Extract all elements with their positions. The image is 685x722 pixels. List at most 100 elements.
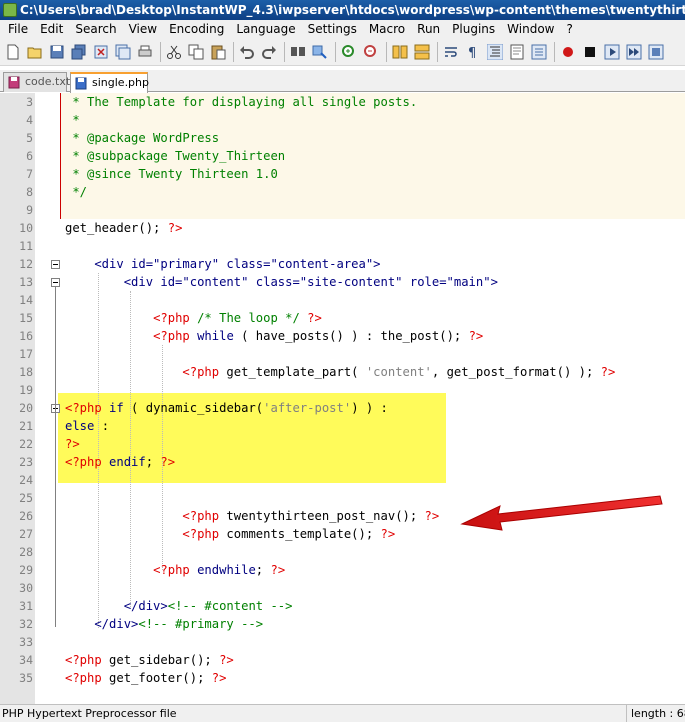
code-text: * @package WordPress [65, 131, 220, 145]
menu-edit[interactable]: Edit [34, 20, 69, 38]
line-number: 32 [19, 617, 33, 631]
line-number: 25 [19, 491, 33, 505]
code-text: */ [65, 185, 88, 199]
save-icon[interactable] [47, 42, 66, 61]
record-macro-icon[interactable] [558, 42, 577, 61]
line-number: 31 [19, 599, 33, 613]
line-31: 31 </div><!-- #content --> [0, 597, 685, 615]
menu-help[interactable]: ? [560, 20, 578, 38]
menu-window[interactable]: Window [501, 20, 560, 38]
menu-run[interactable]: Run [411, 20, 446, 38]
line-19: 19 [0, 381, 685, 399]
show-all-chars-icon[interactable]: ¶ [463, 42, 482, 61]
toolbar-separator [386, 41, 387, 62]
line-number: 18 [19, 365, 33, 379]
code-text: * @subpackage Twenty_Thirteen [65, 149, 286, 163]
document-map-icon[interactable] [507, 42, 526, 61]
undo-icon[interactable] [237, 42, 256, 61]
close-icon[interactable] [91, 42, 110, 61]
line-number: 34 [19, 653, 33, 667]
menu-file[interactable]: File [2, 20, 34, 38]
toolbar-separator [554, 41, 555, 62]
save-macro-icon[interactable] [646, 42, 665, 61]
new-file-icon[interactable] [3, 42, 22, 61]
line-number: 21 [19, 419, 33, 433]
sync-v-icon[interactable] [390, 42, 409, 61]
play-macro-icon[interactable] [602, 42, 621, 61]
redo-icon[interactable] [259, 42, 278, 61]
line-number: 10 [19, 221, 33, 235]
menu-settings[interactable]: Settings [302, 20, 363, 38]
save-all-icon[interactable] [69, 42, 88, 61]
open-file-icon[interactable] [25, 42, 44, 61]
line-number: 23 [19, 455, 33, 469]
code-text: <?php get_footer(); ?> [65, 671, 227, 685]
menu-language[interactable]: Language [230, 20, 301, 38]
line-14: 14 [0, 291, 685, 309]
menu-bar: File Edit Search View Encoding Language … [0, 20, 685, 38]
close-all-icon[interactable] [113, 42, 132, 61]
zoom-in-icon[interactable] [339, 42, 358, 61]
code-text: <div id="primary" class="content-area"> [65, 257, 381, 271]
code-text: <?php endif; ?> [65, 455, 176, 469]
tab-single-php[interactable]: single.php [70, 72, 149, 93]
menu-macro[interactable]: Macro [363, 20, 411, 38]
line-9: 9 [0, 201, 685, 219]
line-number: 9 [26, 203, 33, 217]
function-list-icon[interactable] [529, 42, 548, 61]
sync-h-icon[interactable] [412, 42, 431, 61]
line-number: 6 [26, 149, 33, 163]
line-23: 23 <?php endif; ?> [0, 453, 685, 471]
line-10: 10 get_header(); ?> [0, 219, 685, 237]
code-text: * The Template for displaying all single… [65, 95, 418, 109]
line-number: 12 [19, 257, 33, 271]
code-editor[interactable]: 3 * The Template for displaying all sing… [0, 93, 685, 704]
line-number: 7 [26, 167, 33, 181]
svg-text:¶: ¶ [468, 46, 476, 60]
line-number: 14 [19, 293, 33, 307]
line-18: 18 <?php get_template_part( 'content', g… [0, 363, 685, 381]
line-number: 3 [26, 95, 33, 109]
file-saved-icon [8, 76, 20, 89]
run-macro-multiple-icon[interactable] [624, 42, 643, 61]
code-text: <?php get_template_part( 'content', get_… [182, 365, 616, 379]
tab-code-txt[interactable]: code.txt [3, 72, 70, 92]
menu-view[interactable]: View [123, 20, 163, 38]
indent-guide-icon[interactable] [485, 42, 504, 61]
toolbar-separator [437, 41, 438, 62]
copy-icon[interactable] [186, 42, 205, 61]
line-number: 8 [26, 185, 33, 199]
line-number: 19 [19, 383, 33, 397]
zoom-out-icon[interactable] [361, 42, 380, 61]
replace-icon[interactable] [310, 42, 329, 61]
line-15: 15 <?php /* The loop */ ?> [0, 309, 685, 327]
find-icon[interactable] [288, 42, 307, 61]
paste-icon[interactable] [208, 42, 227, 61]
code-text: <?php if ( dynamic_sidebar('after-post')… [65, 401, 388, 415]
print-icon[interactable] [135, 42, 154, 61]
file-saved-icon [75, 77, 87, 90]
line-number: 15 [19, 311, 33, 325]
line-number: 27 [19, 527, 33, 541]
word-wrap-icon[interactable] [441, 42, 460, 61]
line-17: 17 [0, 345, 685, 363]
code-text: * [65, 113, 80, 127]
code-text: <?php while ( have_posts() ) : the_post(… [153, 329, 484, 343]
code-text: <?php twentythirteen_post_nav(); ?> [182, 509, 440, 523]
code-text: </div><!-- #primary --> [65, 617, 264, 631]
menu-plugins[interactable]: Plugins [446, 20, 501, 38]
menu-search[interactable]: Search [69, 20, 122, 38]
stop-macro-icon[interactable] [580, 42, 599, 61]
code-text: <div id="content" class="site-content" r… [65, 275, 498, 289]
menu-encoding[interactable]: Encoding [163, 20, 230, 38]
cut-icon[interactable] [164, 42, 183, 61]
line-34: 34 <?php get_sidebar(); ?> [0, 651, 685, 669]
line-number: 20 [19, 401, 33, 415]
toolbar-separator [335, 41, 336, 62]
line-number: 5 [26, 131, 33, 145]
code-text: else : [65, 419, 110, 433]
line-16: 16 <?php while ( have_posts() ) : the_po… [0, 327, 685, 345]
code-text: </div><!-- #content --> [65, 599, 293, 613]
toolbar: ¶ [0, 38, 685, 66]
line-number: 35 [19, 671, 33, 685]
